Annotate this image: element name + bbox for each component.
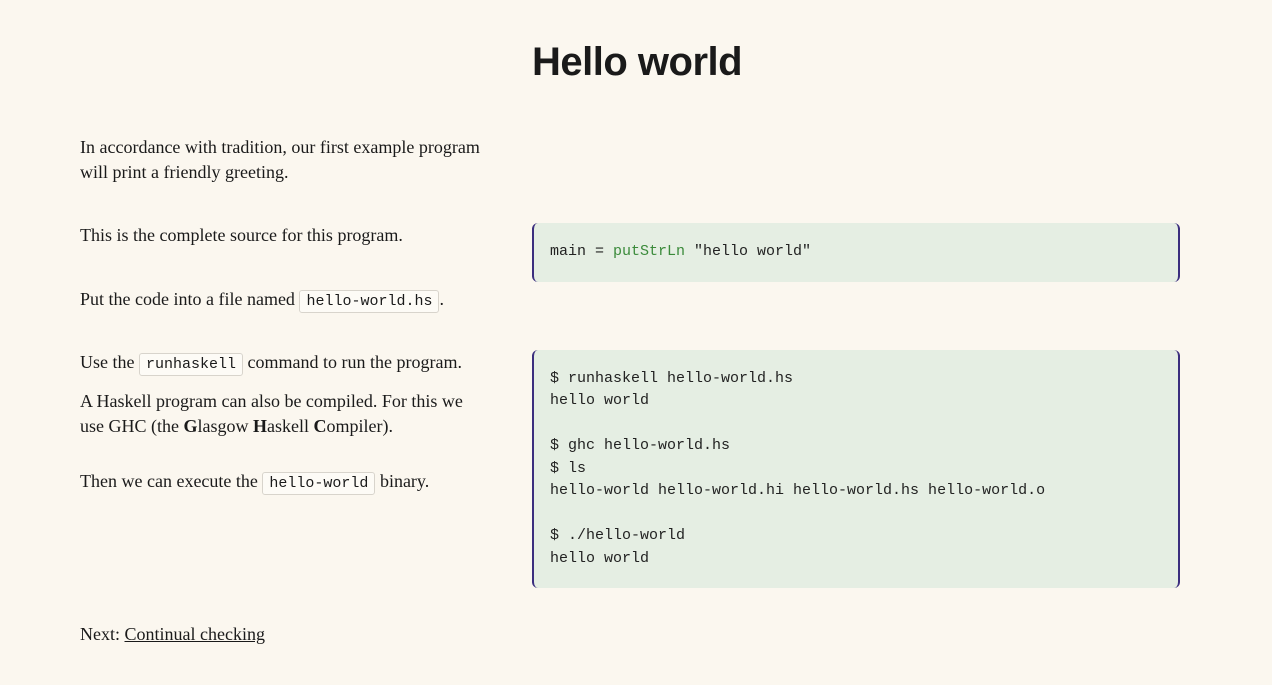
- intro-paragraph: In accordance with tradition, our first …: [80, 135, 480, 185]
- run-instruction: Use the runhaskell command to run the pr…: [80, 350, 480, 375]
- compile-instruction: A Haskell program can also be compiled. …: [80, 389, 480, 439]
- text: ompiler).: [327, 416, 393, 436]
- content-grid: In accordance with tradition, our first …: [80, 135, 1192, 588]
- bold-letter: G: [183, 416, 197, 436]
- text: askell: [267, 416, 314, 436]
- code-text: "hello world": [685, 243, 811, 260]
- file-instruction: Put the code into a file named hello-wor…: [80, 287, 480, 312]
- text: lasgow: [198, 416, 254, 436]
- next-label: Next:: [80, 624, 125, 644]
- code-text: main =: [550, 243, 613, 260]
- text: binary.: [375, 471, 429, 491]
- next-nav: Next: Continual checking: [80, 624, 1192, 645]
- text: Then we can execute the: [80, 471, 262, 491]
- exec-instruction: Then we can execute the hello-world bina…: [80, 469, 480, 494]
- text: .: [439, 289, 444, 309]
- command-code: runhaskell: [139, 353, 243, 376]
- source-code-block: main = putStrLn "hello world": [532, 223, 1180, 282]
- page-title: Hello world: [532, 40, 1192, 85]
- next-link[interactable]: Continual checking: [125, 624, 265, 644]
- text: command to run the program.: [243, 352, 462, 372]
- text: Put the code into a file named: [80, 289, 299, 309]
- text: Use the: [80, 352, 139, 372]
- run-compile-group: Use the runhaskell command to run the pr…: [80, 350, 480, 509]
- bold-letter: H: [253, 416, 267, 436]
- filename-code: hello-world.hs: [299, 290, 439, 313]
- source-desc: This is the complete source for this pro…: [80, 223, 480, 248]
- binary-code: hello-world: [262, 472, 375, 495]
- terminal-block: $ runhaskell hello-world.hs hello world …: [532, 350, 1180, 589]
- code-fn: putStrLn: [613, 243, 685, 260]
- bold-letter: C: [314, 416, 327, 436]
